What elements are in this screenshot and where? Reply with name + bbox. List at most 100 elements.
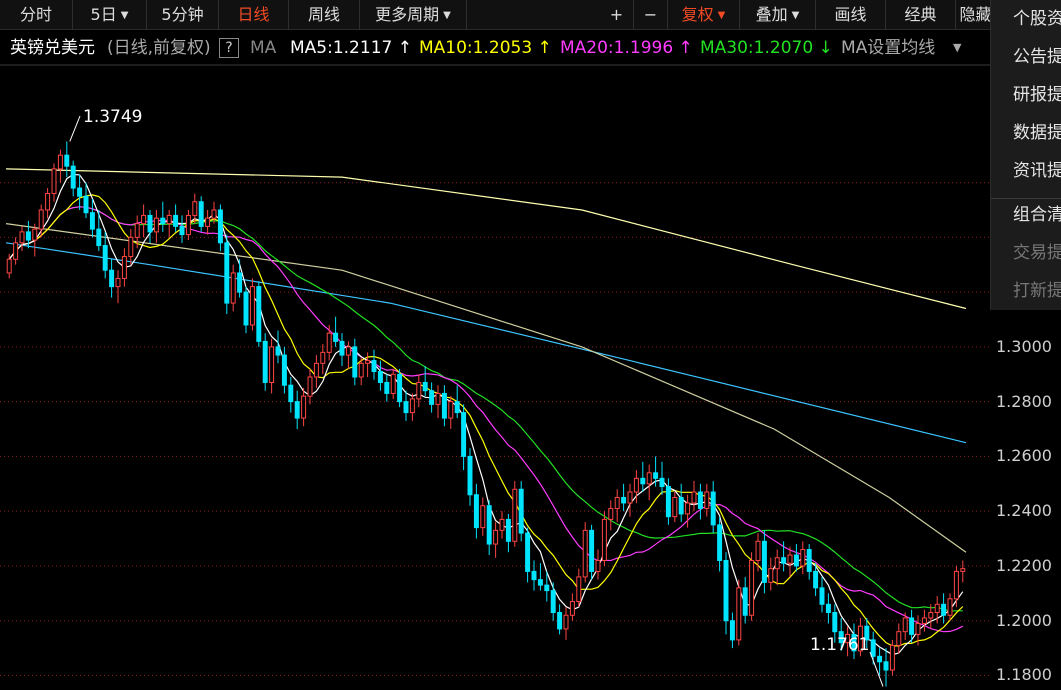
candle [589, 524, 595, 580]
candle-body-up [390, 373, 396, 394]
toolbar-button-label: 经典 [904, 5, 937, 24]
candle-body-down [102, 245, 108, 271]
candle [45, 188, 51, 219]
candle [672, 492, 678, 523]
toolbar-button[interactable]: − [634, 0, 668, 30]
candle-body-up [691, 491, 697, 504]
toolbar-button[interactable]: 画线 [816, 0, 886, 30]
candle-body-down [83, 195, 89, 214]
candle-body-up [416, 381, 422, 400]
candle-body-down [710, 491, 716, 526]
toolbar-button-label: 隐藏 [959, 5, 992, 24]
ma30-line [8, 206, 963, 612]
candle [947, 593, 953, 621]
candle-body-down [550, 590, 556, 614]
candle-body-up [921, 617, 927, 624]
candle [614, 489, 620, 523]
candle [294, 390, 300, 430]
candle [557, 604, 563, 635]
toolbar-button[interactable]: 5分钟 [147, 0, 219, 30]
menu-item[interactable]: 研报提 [1013, 84, 1061, 106]
candle-body-down [173, 214, 179, 227]
candle [13, 237, 19, 265]
candle-body-up [249, 286, 255, 326]
toolbar-button-label: 日线 [237, 5, 270, 24]
candle [115, 270, 121, 304]
menu-item[interactable]: 公告提 [1013, 46, 1061, 68]
ma-settings-button[interactable]: MA设置均线 [841, 34, 935, 62]
candle-body-up [320, 351, 326, 364]
candle [320, 344, 326, 375]
candle [51, 163, 57, 202]
toolbar-button[interactable]: 叠加 ▼ [740, 0, 816, 30]
candle-body-up [128, 236, 134, 258]
candle [576, 568, 582, 608]
toolbar-button[interactable]: 日线 [219, 0, 289, 30]
toolbar-button[interactable]: 周线 [289, 0, 360, 30]
ma10-line [8, 194, 964, 647]
candle [409, 393, 415, 421]
candle-body-up [889, 644, 895, 671]
candle [185, 209, 191, 241]
candle-body-up [326, 332, 332, 353]
candlestick-chart[interactable] [0, 64, 990, 690]
candle [307, 368, 313, 405]
candle-body-up [57, 154, 63, 170]
candle-body-down [621, 496, 627, 504]
toolbar-button[interactable]: + [600, 0, 634, 30]
candle [531, 560, 537, 591]
candle [96, 209, 102, 252]
candle-body-down [544, 584, 550, 592]
toolbar-button-label: + [609, 5, 624, 24]
candle-body-up [902, 617, 908, 633]
candle-body-up [947, 598, 953, 616]
toolbar-button[interactable]: 经典 [886, 0, 956, 30]
chevron-down-icon[interactable]: ▼ [953, 34, 961, 62]
candle-body-up [301, 395, 307, 419]
menu-item[interactable]: 组合清 [1013, 204, 1061, 226]
candle [800, 541, 806, 575]
candle-body-up [13, 242, 19, 260]
candle-body-down [467, 455, 473, 496]
toolbar-button[interactable]: 更多周期 ▼ [360, 0, 467, 30]
candle-body-up [435, 392, 441, 405]
candle [621, 483, 627, 512]
price-tick-label: 1.2400 [996, 501, 1052, 521]
candle-body-down [640, 477, 646, 485]
candle [921, 609, 927, 632]
menu-item[interactable]: 资讯提 [1013, 160, 1061, 182]
price-tick-label: 1.2800 [996, 391, 1052, 411]
candle-body-down [557, 612, 563, 630]
low-price-label: 1.1761 [810, 635, 870, 655]
candle-body-up [960, 568, 966, 572]
menu-item[interactable]: 个股资 [1013, 8, 1061, 30]
candle-body-up [45, 193, 51, 211]
toolbar-button[interactable]: 复权 ▼ [668, 0, 740, 30]
candle [377, 360, 383, 391]
candle [467, 448, 473, 506]
candle [883, 648, 889, 687]
candle [288, 377, 294, 413]
toolbar-button[interactable]: 分时 [0, 0, 73, 30]
candle-body-up [749, 559, 755, 616]
candle [473, 483, 479, 539]
candle-body-up [736, 587, 742, 641]
candle-body-up [153, 217, 159, 233]
candle-body-down [825, 603, 831, 614]
candle-body-up [774, 557, 780, 570]
chevron-down-icon: ▼ [791, 9, 800, 21]
candle-body-down [870, 639, 876, 657]
toolbar-button[interactable]: 5日 ▼ [73, 0, 147, 30]
candle-body-down [678, 496, 684, 515]
candle-body-down [256, 286, 262, 342]
ma5-line [8, 173, 964, 656]
instrument-title: 英镑兑美元 [10, 38, 95, 58]
candle [217, 204, 223, 252]
candle-body-up [633, 477, 639, 493]
candle-body-down [262, 340, 268, 383]
menu-item[interactable]: 数据提 [1013, 122, 1061, 144]
candle-body-down [237, 272, 243, 293]
help-button[interactable]: ? [219, 38, 239, 58]
candle-body-down [877, 655, 883, 663]
candle-body-up [896, 631, 902, 646]
